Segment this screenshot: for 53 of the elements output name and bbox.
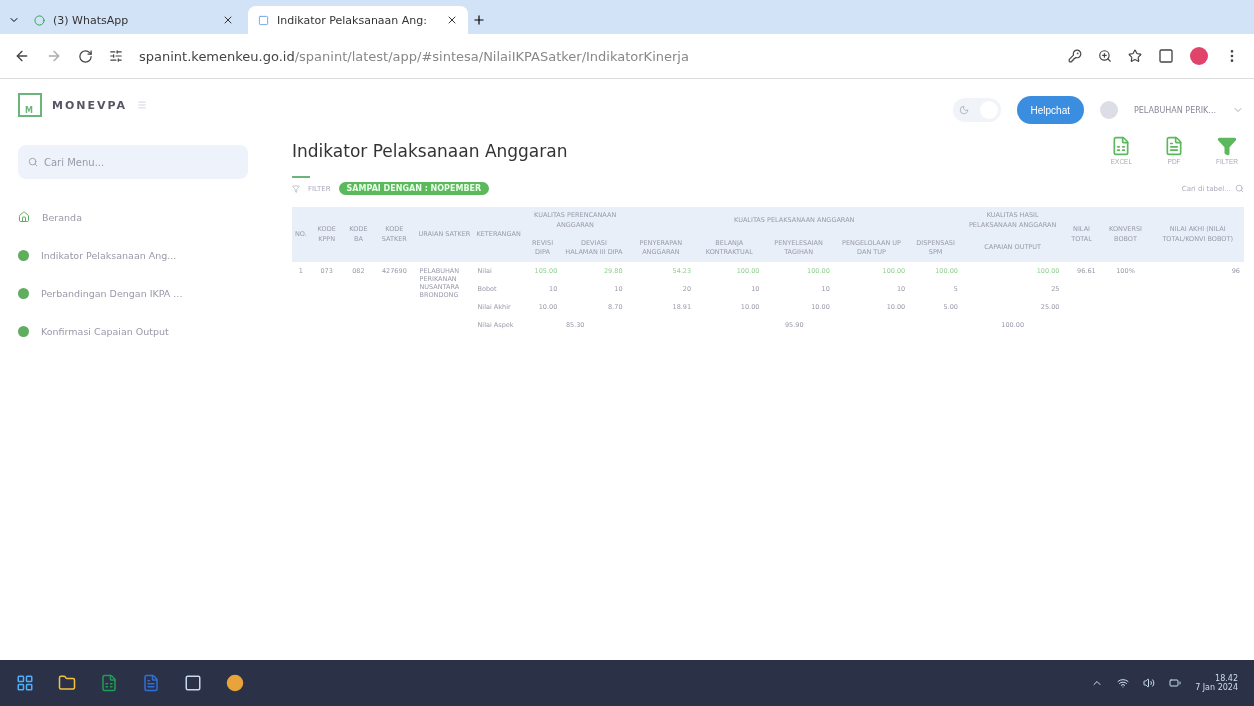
zoom-icon[interactable] bbox=[1098, 49, 1112, 63]
clock-date: 7 Jan 2024 bbox=[1195, 683, 1238, 692]
nav-item[interactable]: Indikator Pelaksanaan Ang... bbox=[18, 243, 248, 267]
reload-icon[interactable] bbox=[78, 48, 93, 64]
home-icon bbox=[18, 211, 30, 223]
key-icon[interactable] bbox=[1068, 49, 1082, 63]
start-icon[interactable] bbox=[16, 674, 34, 692]
filter-icon bbox=[1217, 136, 1238, 156]
helpchat-button[interactable]: Helpchat bbox=[1016, 96, 1084, 124]
close-icon[interactable] bbox=[222, 14, 234, 26]
document-icon bbox=[1164, 136, 1185, 156]
tab-title: (3) WhatsApp bbox=[53, 13, 130, 27]
site-settings-icon[interactable] bbox=[109, 49, 123, 63]
browser-tab[interactable]: Indikator Pelaksanaan Ang: bbox=[248, 6, 468, 34]
search-icon bbox=[28, 157, 38, 167]
folder-icon[interactable] bbox=[58, 674, 76, 692]
user-avatar bbox=[1099, 101, 1118, 119]
back-icon[interactable] bbox=[14, 48, 30, 64]
profile-avatar[interactable] bbox=[1190, 47, 1208, 65]
browser-tab[interactable]: (3) WhatsApp bbox=[24, 6, 244, 34]
nav-item[interactable]: Perbandingan Dengan IKPA ... bbox=[18, 281, 248, 305]
app-icon[interactable] bbox=[184, 674, 202, 692]
tab-title: Indikator Pelaksanaan Ang: bbox=[277, 13, 428, 27]
spreadsheet-icon bbox=[1111, 136, 1132, 156]
side-panel-icon[interactable] bbox=[1158, 48, 1174, 64]
logo-icon: M bbox=[18, 93, 42, 117]
nav-item[interactable]: Konfirmasi Capaian Output bbox=[18, 319, 248, 343]
chat-icon bbox=[34, 14, 45, 26]
address-field[interactable]: spanint.kemenkeu.go.id/spanint/latest/app/#sintesa/NilaiIKPASatker/IndikatorKinerja bbox=[139, 48, 1052, 64]
close-icon[interactable] bbox=[446, 14, 458, 26]
theme-toggle[interactable] bbox=[952, 98, 1001, 122]
filter-icon bbox=[292, 184, 300, 193]
bookmark-icon[interactable] bbox=[1128, 49, 1142, 63]
clock-time: 18.42 bbox=[1215, 674, 1238, 683]
document-icon[interactable] bbox=[142, 674, 160, 692]
menu-dot-icon bbox=[18, 325, 29, 337]
page-title: Indikator Pelaksanaan Anggaran bbox=[292, 140, 568, 161]
menu-dot-icon bbox=[18, 249, 29, 261]
new-tab-icon[interactable] bbox=[472, 13, 486, 27]
menu-dot-icon bbox=[18, 287, 29, 299]
moon-icon bbox=[958, 105, 969, 115]
browser-icon[interactable] bbox=[226, 674, 244, 692]
brand-name: MONEVPA bbox=[52, 98, 128, 112]
search-icon bbox=[1235, 184, 1244, 193]
user-name: PELABUHAN PERIK... bbox=[1133, 105, 1216, 115]
page-icon bbox=[258, 14, 269, 26]
volume-icon[interactable] bbox=[1143, 677, 1156, 689]
battery-icon[interactable] bbox=[1169, 677, 1182, 689]
period-badge: SAMPAI DENGAN : NOPEMBER bbox=[338, 182, 490, 195]
menu-search-field[interactable]: Cari Menu... bbox=[18, 145, 248, 179]
wifi-icon[interactable] bbox=[1117, 677, 1130, 689]
spreadsheet-icon[interactable] bbox=[100, 674, 118, 692]
nav-item[interactable]: Beranda bbox=[18, 205, 248, 229]
